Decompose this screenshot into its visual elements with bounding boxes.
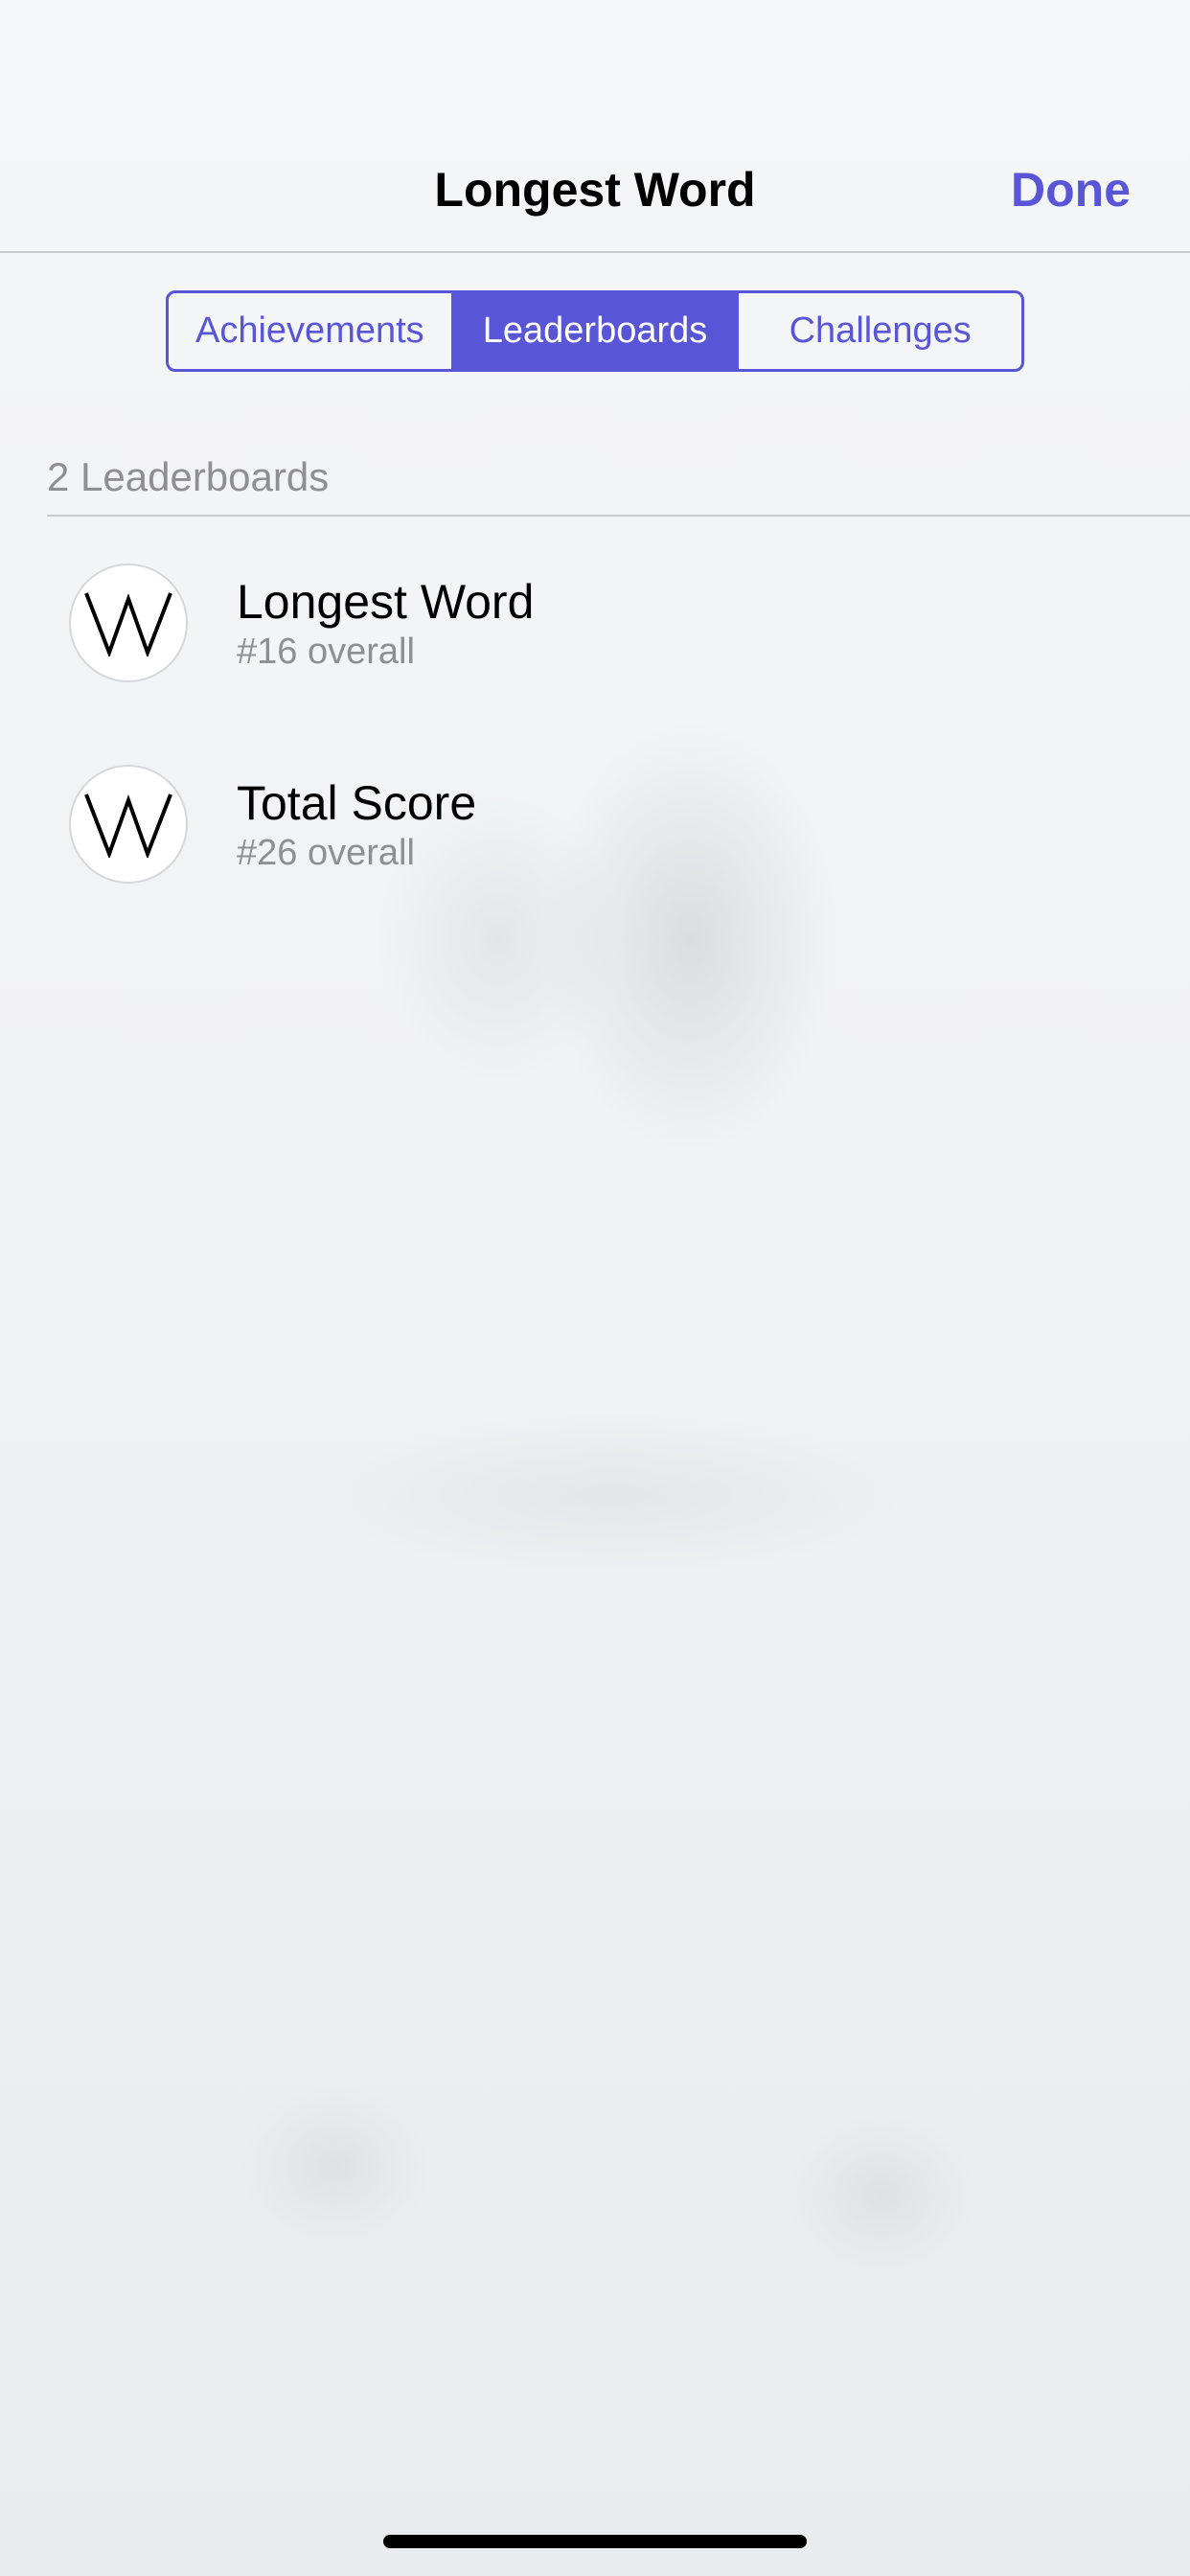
tab-achievements[interactable]: Achievements [169,293,451,369]
done-button[interactable]: Done [1011,161,1131,218]
leaderboard-title: Longest Word [237,575,535,629]
home-indicator[interactable] [383,2535,807,2548]
tab-leaderboards[interactable]: Leaderboards [450,293,737,369]
leaderboard-title: Total Score [237,776,477,830]
leaderboard-rank: #26 overall [237,833,415,873]
blurred-background [0,0,1190,2576]
section-header: 2 Leaderboards [47,454,330,499]
game-logo-w-icon [69,564,188,682]
tab-challenges[interactable]: Challenges [736,293,1021,369]
game-logo-w-icon [69,765,188,884]
leaderboard-rank: #16 overall [237,632,415,672]
section-divider [47,515,1190,517]
leaderboard-row-longest-word[interactable]: Longest Word #16 overall [0,527,1190,719]
segmented-control: Achievements Leaderboards Challenges [166,290,1024,372]
leaderboard-row-total-score[interactable]: Total Score #26 overall [0,728,1190,920]
navigation-bar: Longest Word Done [0,0,1190,253]
